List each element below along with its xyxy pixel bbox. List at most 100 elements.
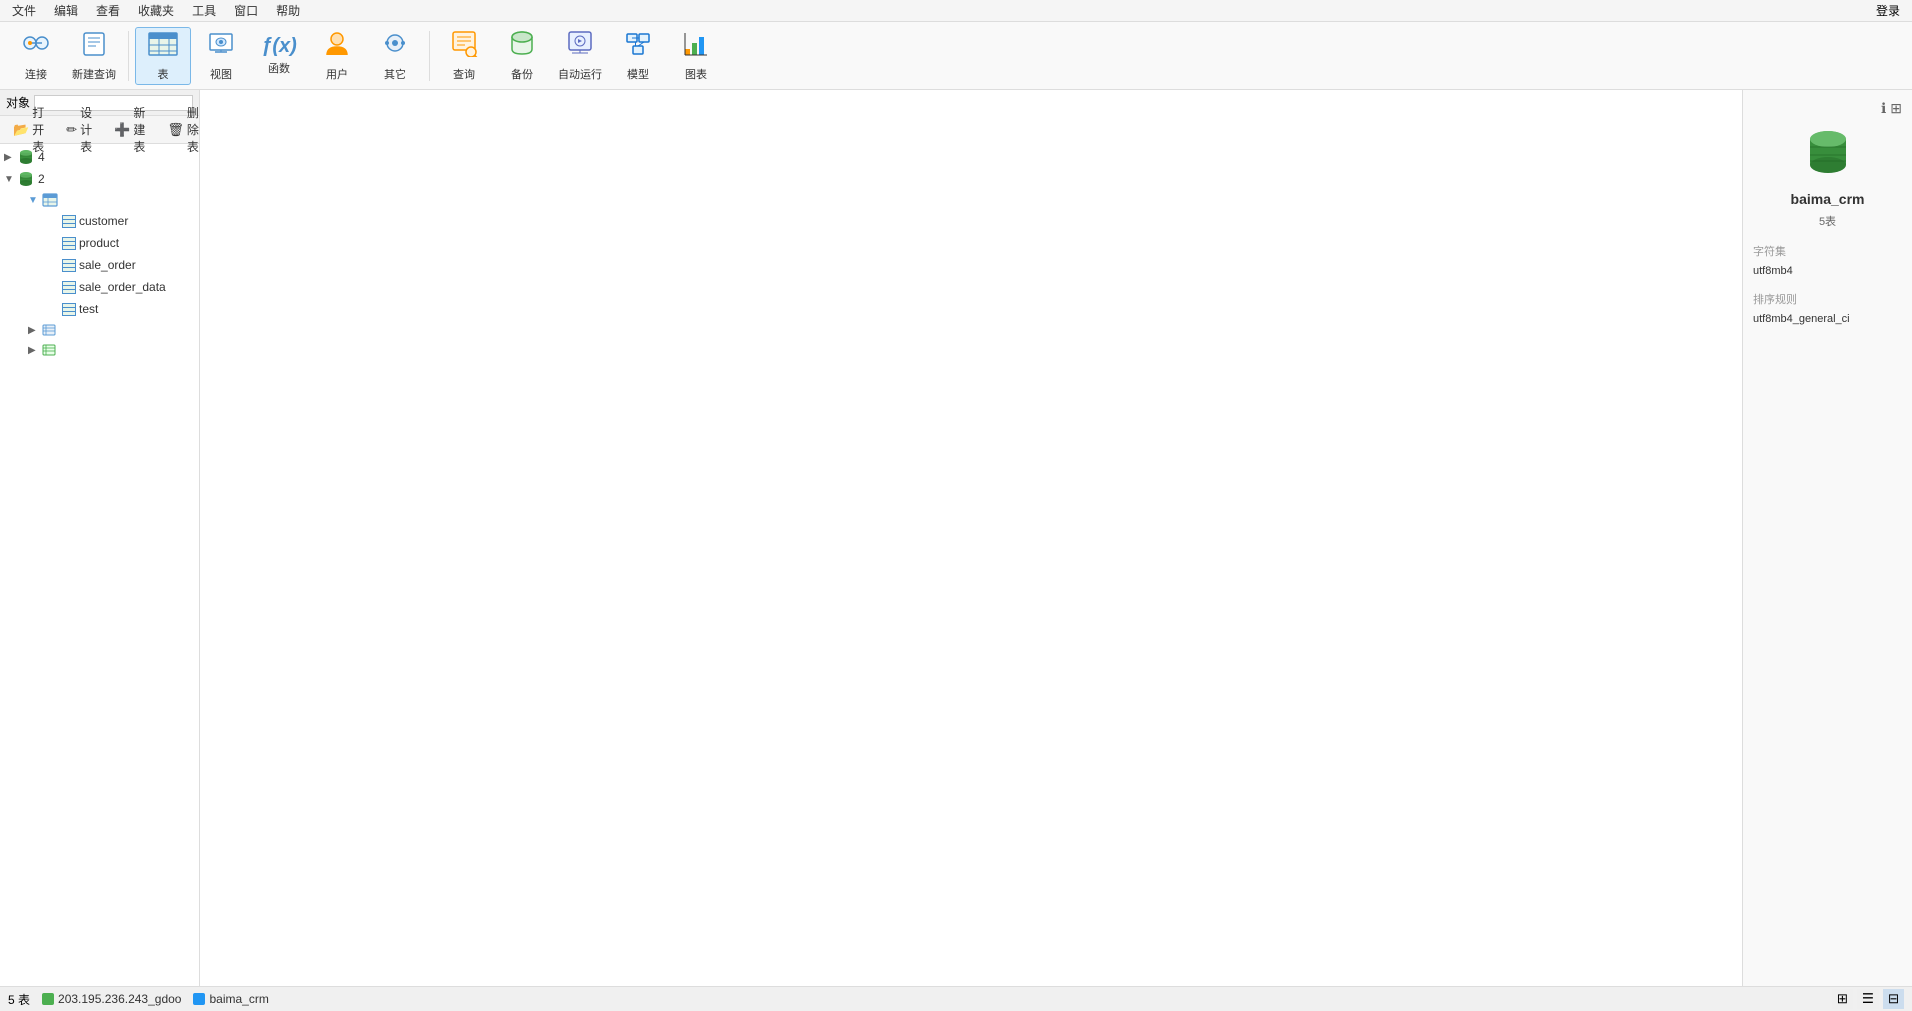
db-cylinder-icon [1803, 127, 1853, 177]
menu-file[interactable]: 文件 [4, 0, 44, 21]
tables-group: ▼ customer [0, 190, 199, 360]
toolbar-autorun-label: 自动运行 [558, 66, 602, 82]
menu-tools[interactable]: 工具 [184, 0, 224, 21]
table-sale-order-label: sale_order [79, 258, 136, 272]
table-test[interactable]: test [44, 298, 199, 320]
new-table-btn[interactable]: ➕ 新建表 [107, 119, 152, 141]
right-panel-collation-label: 排序规则 [1753, 291, 1902, 307]
toolbar-view[interactable]: 视图 [193, 27, 249, 85]
delete-table-btn[interactable]: 🗑 删除表 [160, 119, 200, 141]
open-table-btn[interactable]: 📂 打开表 [6, 119, 51, 141]
menu-window[interactable]: 窗口 [226, 0, 266, 21]
sidebar-object-label: 对象 [6, 94, 30, 111]
table-icon-product [62, 237, 76, 250]
table-items: customer product sale_order [28, 210, 199, 320]
toolbar-model[interactable]: 模型 [610, 27, 666, 85]
view-list-btn[interactable]: ☰ [1857, 989, 1879, 1009]
statusbar-view-btns: ⊞ ☰ ⊟ [1832, 989, 1904, 1009]
new-query-icon [80, 29, 108, 64]
info-icon[interactable]: ℹ [1881, 100, 1886, 117]
toolbar-other[interactable]: 其它 [367, 27, 423, 85]
toolbar-function-label: 函数 [268, 60, 290, 76]
sidebar-tree: ▶ 4 ▼ [0, 144, 199, 986]
tree-node-2[interactable]: ▼ 2 [0, 168, 199, 190]
toolbar-user[interactable]: 用户 [309, 27, 365, 85]
table-test-label: test [79, 302, 98, 316]
table-icon-sale-order-data [62, 281, 76, 294]
autorun-icon [566, 29, 594, 64]
right-panel: ℹ ⊞ baima_crm 5表 字符集 utf8mb4 排序规则 utf8mb… [1742, 90, 1912, 986]
right-panel-db-count: 5表 [1753, 213, 1902, 229]
tables-arrow: ▼ [28, 195, 42, 206]
table-product[interactable]: product [44, 232, 199, 254]
right-panel-db-icon [1753, 127, 1902, 177]
toolbar-new-query[interactable]: 新建查询 [66, 27, 122, 85]
statusbar-connection-label: 203.195.236.243_gdoo [58, 992, 181, 1006]
content-area [200, 90, 1742, 986]
new-table-icon: ➕ [114, 122, 130, 138]
design-table-btn[interactable]: ✏ 设计表 [59, 119, 99, 141]
table-icon-test [62, 303, 76, 316]
right-panel-db-name: baima_crm [1753, 191, 1902, 207]
right-panel-charset-value: utf8mb4 [1753, 265, 1902, 277]
table-sale-order-data-label: sale_order_data [79, 280, 166, 294]
statusbar-db-label: baima_crm [209, 992, 268, 1006]
view-grid-btn[interactable]: ⊞ [1832, 989, 1853, 1009]
backup-icon [508, 29, 536, 64]
toolbar-backup-label: 备份 [511, 66, 533, 82]
connect-icon [22, 29, 50, 64]
toolbar-model-label: 模型 [627, 66, 649, 82]
query-icon [450, 29, 478, 64]
tree-node-1[interactable]: ▶ 4 [0, 146, 199, 168]
toolbar-connect-label: 连接 [25, 66, 47, 82]
toolbar-backup[interactable]: 备份 [494, 27, 550, 85]
view-detail-btn[interactable]: ⊟ [1883, 989, 1904, 1009]
right-panel-collation-value: utf8mb4_general_ci [1753, 313, 1902, 325]
tree-node-2-label: 2 [38, 172, 45, 186]
view-group-header[interactable]: ▶ [28, 320, 199, 340]
table-sale-order[interactable]: sale_order [44, 254, 199, 276]
menu-edit[interactable]: 编辑 [46, 0, 86, 21]
toolbar-other-label: 其它 [384, 66, 406, 82]
toolbar-query-label: 查询 [453, 66, 475, 82]
login-button[interactable]: 登录 [1868, 0, 1908, 21]
toolbar-connect[interactable]: 连接 [8, 27, 64, 85]
view-group-icon [42, 323, 56, 337]
table-product-label: product [79, 236, 119, 250]
sidebar-search-input[interactable] [34, 95, 193, 111]
toolbar-table[interactable]: 表 [135, 27, 191, 85]
menu-help[interactable]: 帮助 [268, 0, 308, 21]
tables-group-icon [42, 193, 58, 207]
design-icon: ✏ [66, 122, 77, 138]
content-main [200, 90, 1742, 986]
toolbar-function[interactable]: ƒ(x) 函数 [251, 27, 307, 85]
menu-view[interactable]: 查看 [88, 0, 128, 21]
delete-icon: 🗑 [167, 122, 184, 138]
toolbar-chart[interactable]: 图表 [668, 27, 724, 85]
edit-panel-icon[interactable]: ⊞ [1890, 100, 1902, 117]
tree-node-1-label: 4 [38, 150, 45, 164]
tree-arrow-2: ▼ [4, 174, 18, 185]
toolbar-view-label: 视图 [210, 66, 232, 82]
toolbar-new-query-label: 新建查询 [72, 66, 116, 82]
toolbar-user-label: 用户 [326, 66, 348, 82]
menu-favorites[interactable]: 收藏夹 [130, 0, 182, 21]
toolbar-query[interactable]: 查询 [436, 27, 492, 85]
statusbar: 5 表 203.195.236.243_gdoo baima_crm ⊞ ☰ ⊟ [0, 986, 1912, 1011]
toolbar-sep-1 [128, 31, 129, 81]
statusbar-table-count: 5 表 [8, 991, 30, 1008]
open-table-icon: 📂 [13, 122, 29, 138]
tables-group-header[interactable]: ▼ [28, 190, 199, 210]
toolbar-autorun[interactable]: 自动运行 [552, 27, 608, 85]
view-group-arrow: ▶ [28, 325, 42, 336]
content-toolbar: 📂 打开表 ✏ 设计表 ➕ 新建表 🗑 删除表 ⬇ 导入向导 [0, 116, 199, 144]
table-sale-order-data[interactable]: sale_order_data [44, 276, 199, 298]
menubar: 文件 编辑 查看 收藏夹 工具 窗口 帮助 登录 [0, 0, 1912, 22]
statusbar-db: baima_crm [193, 992, 268, 1006]
statusbar-connection: 203.195.236.243_gdoo [42, 992, 181, 1006]
function-icon: ƒ(x) [261, 35, 297, 58]
db-icon-1 [18, 149, 34, 165]
table-customer[interactable]: customer [44, 210, 199, 232]
table-icon-sale-order [62, 259, 76, 272]
func-group-header[interactable]: ▶ [28, 340, 199, 360]
